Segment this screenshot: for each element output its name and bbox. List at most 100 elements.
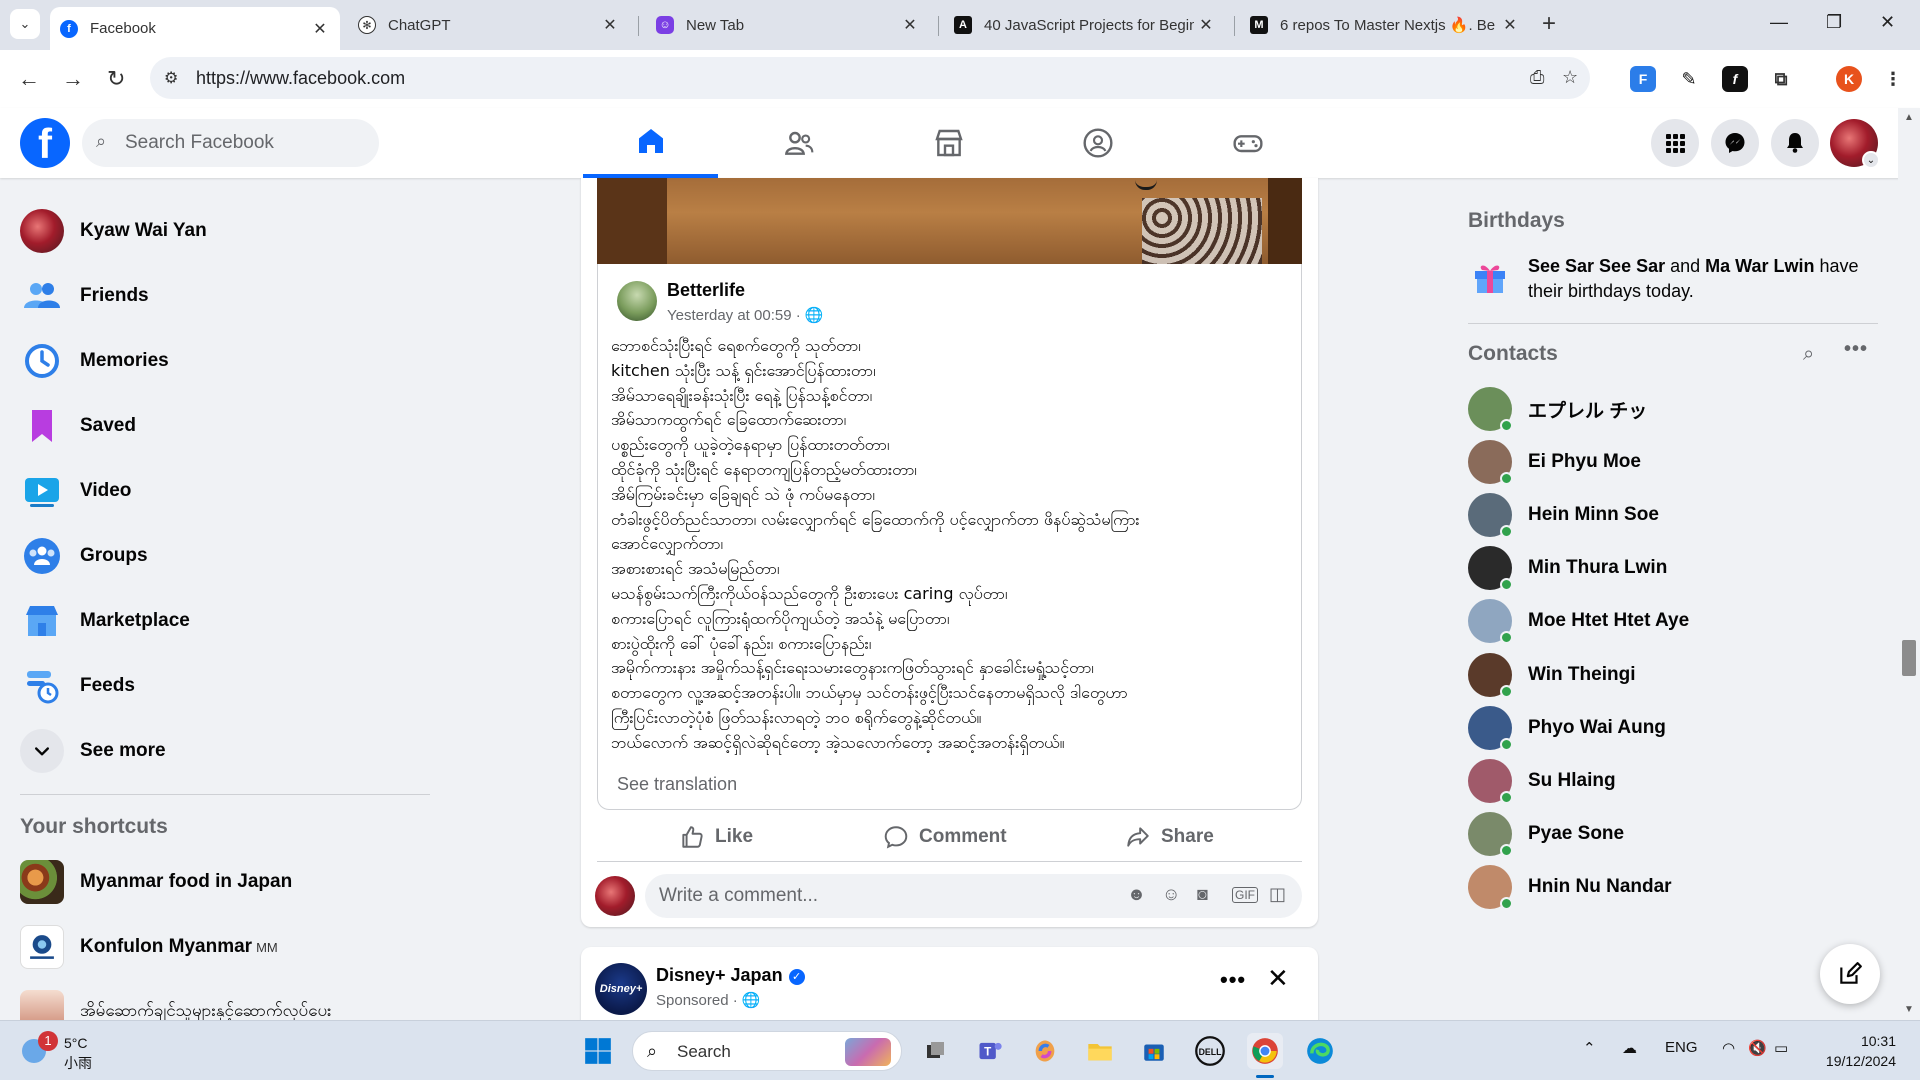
edge-icon[interactable] [1302, 1033, 1338, 1069]
contact-item[interactable]: Hnin Nu Nandar [1468, 859, 1878, 915]
contact-item[interactable]: Moe Htet Htet Aye [1468, 593, 1878, 649]
account-avatar[interactable]: ⌄ [1830, 119, 1880, 169]
see-translation-link[interactable]: See translation [617, 774, 737, 795]
weather-widget[interactable]: 1 5°C 小雨 [22, 1031, 112, 1073]
taskbar-search-input[interactable]: ⌕ Search [632, 1031, 902, 1071]
install-app-icon[interactable]: ⎙ [1530, 67, 1544, 88]
forward-arrow-icon[interactable]: → [62, 66, 84, 92]
tab-facebook[interactable]: f Facebook ✕ [50, 7, 340, 50]
sidebar-item-video[interactable]: Video [8, 463, 428, 519]
url-text[interactable]: https://www.facebook.com [196, 68, 405, 89]
contact-item[interactable]: エプレル チッ [1468, 381, 1878, 437]
chrome-icon[interactable] [1247, 1033, 1283, 1069]
close-tab-icon[interactable]: ✕ [598, 15, 622, 35]
scroll-down-arrow-icon[interactable]: ▼ [1904, 1004, 1914, 1015]
contact-item[interactable]: Ei Phyu Moe [1468, 434, 1878, 490]
tab-js-projects[interactable]: A 40 JavaScript Projects for Beginners ✕ [944, 7, 1226, 43]
sidebar-item-memories[interactable]: Memories [8, 333, 428, 389]
contact-item[interactable]: Hein Minn Soe [1468, 487, 1878, 543]
nav-marketplace[interactable] [881, 108, 1016, 178]
shared-post-photo[interactable] [597, 178, 1302, 264]
birthday-person[interactable]: Ma War Lwin [1705, 256, 1814, 276]
sidebar-item-marketplace[interactable]: Marketplace [8, 593, 428, 649]
notifications-button[interactable] [1771, 119, 1819, 167]
sponsored-author[interactable]: Disney+ Japan ✓ [656, 965, 805, 986]
comment-button[interactable]: Comment [883, 824, 1007, 850]
post-author-avatar[interactable] [617, 281, 657, 321]
page-scrollbar-track[interactable] [1898, 108, 1920, 1020]
language-indicator[interactable]: ENG [1665, 1039, 1698, 1056]
facebook-logo-icon[interactable]: f [20, 118, 70, 168]
chevron-down-icon[interactable]: ⌄ [1862, 151, 1880, 169]
menu-grid-button[interactable] [1651, 119, 1699, 167]
back-arrow-icon[interactable]: ← [18, 66, 40, 92]
tab-search-chevron-icon[interactable]: ⌄ [10, 9, 40, 39]
new-message-button[interactable] [1820, 944, 1880, 1004]
share-button[interactable]: Share [1125, 824, 1214, 850]
shortcut-item[interactable]: အိမ်ဆောက်ချင်သူများနှင့်ဆောက်လုပ်ပေး [8, 984, 428, 1020]
site-settings-icon[interactable]: ⚙ [164, 68, 178, 88]
copilot-icon[interactable] [1027, 1033, 1063, 1069]
scroll-up-arrow-icon[interactable]: ▲ [1904, 112, 1914, 123]
tab-chatgpt[interactable]: ✻ ChatGPT ✕ [348, 7, 630, 43]
task-view-icon[interactable] [918, 1033, 954, 1069]
post-more-options-icon[interactable]: ••• [1220, 967, 1246, 993]
sidebar-item-feeds[interactable]: Feeds [8, 658, 428, 714]
contact-item[interactable]: Pyae Sone [1468, 806, 1878, 862]
extension-pen-icon[interactable]: ✎ [1676, 66, 1702, 92]
tab-new-tab[interactable]: ☺ New Tab ✕ [646, 7, 930, 43]
wifi-icon[interactable]: ◠ [1722, 1039, 1735, 1057]
shortcut-item[interactable]: Myanmar food in Japan [8, 854, 428, 910]
teams-icon[interactable]: T [972, 1033, 1008, 1069]
reload-icon[interactable]: ↻ [107, 66, 125, 92]
contact-item[interactable]: Su Hlaing [1468, 753, 1878, 809]
nav-groups[interactable] [1030, 108, 1165, 178]
address-bar[interactable]: ⚙ https://www.facebook.com ⎙ ☆ [150, 57, 1590, 99]
restore-icon[interactable]: ❐ [1826, 12, 1842, 33]
extensions-puzzle-icon[interactable]: ⧉ [1768, 66, 1794, 92]
file-explorer-icon[interactable] [1082, 1033, 1118, 1069]
contact-item[interactable]: Win Theingi [1468, 647, 1878, 703]
contacts-more-options-icon[interactable]: ••• [1844, 338, 1868, 361]
commenter-avatar[interactable] [595, 876, 635, 916]
sidebar-item-friends[interactable]: Friends [8, 268, 428, 324]
hide-post-close-icon[interactable]: ✕ [1267, 963, 1289, 994]
post-timestamp[interactable]: Yesterday at 00:59 · 🌐 [667, 306, 824, 324]
windows-start-icon[interactable] [580, 1033, 616, 1069]
messenger-button[interactable] [1711, 119, 1759, 167]
tab-nextjs-repos[interactable]: M 6 repos To Master Nextjs 🔥. Be ✕ [1240, 7, 1530, 43]
contact-item[interactable]: Min Thura Lwin [1468, 540, 1878, 596]
page-scrollbar-thumb[interactable] [1902, 640, 1916, 676]
nav-home[interactable] [583, 108, 718, 178]
bookmark-star-icon[interactable]: ☆ [1562, 67, 1578, 88]
disney-plus-logo[interactable]: Disney+ [595, 963, 647, 1015]
gif-icon[interactable]: GIF [1232, 887, 1258, 903]
microsoft-store-icon[interactable] [1136, 1033, 1172, 1069]
sticker-icon[interactable]: ◫ [1269, 884, 1286, 905]
close-tab-icon[interactable]: ✕ [1498, 15, 1522, 35]
sidebar-item-see-more[interactable]: See more [8, 723, 428, 779]
minimize-icon[interactable]: — [1770, 12, 1788, 33]
camera-icon[interactable]: ◙ [1197, 884, 1208, 905]
close-tab-icon[interactable]: ✕ [898, 15, 922, 35]
comment-input[interactable]: Write a comment... ☻ ☺ ◙ GIF ◫ [645, 874, 1302, 918]
battery-icon[interactable]: ▭ [1774, 1039, 1788, 1057]
avatar-sticker-icon[interactable]: ☻ [1127, 884, 1146, 905]
like-button[interactable]: Like [679, 824, 753, 850]
nav-gaming[interactable] [1180, 108, 1315, 178]
nav-friends[interactable] [731, 108, 866, 178]
extension-function-icon[interactable]: f [1722, 66, 1748, 92]
contact-item[interactable]: Phyo Wai Aung [1468, 700, 1878, 756]
facebook-search-input[interactable]: ⌕ Search Facebook [82, 119, 379, 167]
close-tab-icon[interactable]: ✕ [1194, 15, 1218, 35]
close-window-icon[interactable]: ✕ [1880, 12, 1895, 33]
sidebar-item-profile[interactable]: Kyaw Wai Yan [8, 203, 428, 259]
sidebar-item-groups[interactable]: Groups [8, 528, 428, 584]
post-author-name[interactable]: Betterlife [667, 280, 745, 301]
dell-icon[interactable]: DELL [1192, 1033, 1228, 1069]
new-tab-plus-icon[interactable]: + [1542, 10, 1556, 38]
cloud-sync-icon[interactable]: ☁ [1622, 1039, 1637, 1057]
birthday-notice[interactable]: See Sar See Sar and Ma War Lwin have the… [1528, 254, 1878, 304]
birthday-person[interactable]: See Sar See Sar [1528, 256, 1665, 276]
volume-muted-icon[interactable]: 🔇 [1748, 1039, 1767, 1057]
